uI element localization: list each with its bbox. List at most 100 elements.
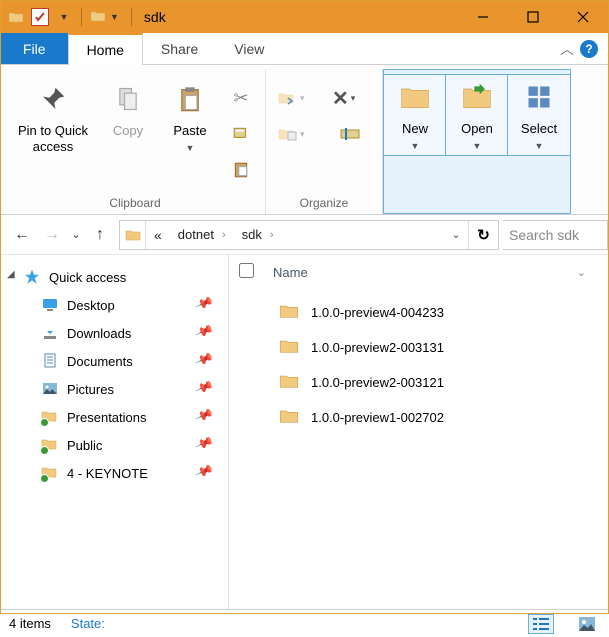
paste-button[interactable]: Paste ▼ [159,77,221,157]
group-label: Clipboard [9,192,261,214]
file-list-pane[interactable]: Name ⌄ 1.0.0-preview4-0042331.0.0-previe… [229,255,608,609]
close-button[interactable] [558,1,608,33]
chevron-down-icon[interactable]: ▼ [55,8,73,26]
delete-button[interactable]: ✕▾ [328,85,374,111]
column-name[interactable]: Name [273,265,577,280]
chevron-right-icon: › [270,229,274,241]
list-item[interactable]: 1.0.0-preview4-004233 [229,295,608,330]
sync-folder-icon [41,436,59,454]
nav-item-label: Desktop [67,298,115,313]
history-dropdown[interactable]: ⌄ [67,220,85,250]
group-label: Organize [270,192,378,214]
nav-item[interactable]: Desktop📌 [1,291,228,319]
nav-item-label: Documents [67,354,133,369]
nav-item[interactable]: Presentations 📌 [1,403,228,431]
new-folder-icon [397,79,433,115]
address-dropdown[interactable]: ⌄ [444,228,468,241]
select-button[interactable]: Select ▼ [507,74,571,156]
new-button[interactable]: New ▼ [383,74,447,156]
pin-icon: 📌 [194,377,222,400]
move-to-button[interactable]: ▾ [274,85,320,111]
quick-access-header[interactable]: Quick access [1,263,228,291]
nav-item[interactable]: Downloads📌 [1,319,228,347]
copy-path-icon [232,125,250,143]
open-icon [459,79,495,115]
list-item[interactable]: 1.0.0-preview2-003121 [229,365,608,400]
copy-icon [110,81,146,117]
tab-share[interactable]: Share [143,33,216,64]
copy-button[interactable]: Copy [97,77,159,143]
pin-icon: 📌 [194,461,222,484]
file-name: 1.0.0-preview4-004233 [311,305,444,320]
move-to-icon [278,90,298,106]
rename-button[interactable] [335,121,367,147]
tab-file[interactable]: File [1,33,68,64]
folder-icon [90,8,106,27]
search-input[interactable]: Search sdk [503,220,608,250]
folder-icon [279,371,299,394]
copy-path-button[interactable] [225,121,257,147]
rename-icon [339,126,363,142]
address-bar[interactable]: « dotnet› sdk› ⌄ ↻ [119,220,499,250]
chevron-down-icon[interactable]: ▼ [110,12,119,22]
nav-item-label: Public [67,438,102,453]
file-list: 1.0.0-preview4-004233 1.0.0-preview2-0031… [229,289,608,441]
help-icon[interactable]: ? [580,40,598,58]
list-item[interactable]: 1.0.0-preview2-003131 [229,330,608,365]
nav-item[interactable]: 4 - KEYNOTE 📌 [1,459,228,487]
open-button[interactable]: Open ▼ [445,74,509,156]
tab-view[interactable]: View [216,33,282,64]
clipboard-icon [232,161,250,179]
nav-item[interactable]: Pictures 📌 [1,375,228,403]
column-header-row: Name ⌄ [229,255,608,289]
group-new-open-select: New ▼ Open ▼ Select ▼ [383,69,571,214]
refresh-button[interactable]: ↻ [468,221,498,249]
nav-item[interactable]: Documents📌 [1,347,228,375]
pin-quick-access-button[interactable]: Pin to Quick access [9,77,97,160]
folder-icon [279,301,299,324]
group-organize: ▾ ▾ ✕▾ Organize [266,69,383,214]
chevron-down-icon: ▼ [473,141,482,151]
maximize-button[interactable] [508,1,558,33]
breadcrumb-current[interactable]: sdk› [234,227,282,242]
up-button[interactable]: ↑ [85,220,115,250]
item-count: 4 items [9,616,51,631]
pin-icon: 📌 [194,433,222,456]
paste-shortcut-button[interactable] [225,157,257,183]
back-button[interactable]: ← [7,220,37,250]
nav-item-label: Pictures [67,382,114,397]
breadcrumb-ellipsis[interactable]: « [146,227,170,243]
nav-item-label: Presentations [67,410,147,425]
documents-icon [41,352,59,370]
column-menu-icon[interactable]: ⌄ [577,266,586,279]
tab-home[interactable]: Home [68,33,143,65]
folder-icon [120,221,146,249]
properties-icon[interactable] [31,8,49,26]
folder-icon [279,406,299,429]
breadcrumb-parent[interactable]: dotnet› [170,227,234,242]
navigation-pane[interactable]: ◢ Quick access Desktop📌Downloads📌Documen… [1,255,229,609]
thumbnails-view-button[interactable] [574,614,600,634]
select-all-checkbox[interactable] [239,263,254,278]
minimize-button[interactable] [458,1,508,33]
chevron-up-icon: ︿ [560,39,574,59]
details-view-button[interactable] [528,614,554,634]
sync-folder-icon [41,408,59,426]
ribbon: Pin to Quick access Copy Paste ▼ ✂ [1,65,608,215]
group-clipboard: Pin to Quick access Copy Paste ▼ ✂ [5,69,266,214]
list-item[interactable]: 1.0.0-preview1-002702 [229,400,608,435]
pictures-icon [41,380,59,398]
copy-to-button[interactable]: ▾ [274,121,320,147]
pin-icon: 📌 [194,405,222,428]
cut-button[interactable]: ✂ [225,85,257,111]
nav-item[interactable]: Public 📌 [1,431,228,459]
chevron-down-icon: ▼ [535,141,544,151]
expand-icon[interactable]: ◢ [7,269,15,280]
status-bar: 4 items State: [1,609,608,637]
forward-button[interactable]: → [37,220,67,250]
nav-label: Quick access [49,270,126,285]
folder-icon[interactable] [7,8,25,26]
window-title: sdk [144,9,166,25]
delete-icon: ✕ [332,86,349,111]
ribbon-collapse[interactable]: ︿ ? [550,33,608,64]
